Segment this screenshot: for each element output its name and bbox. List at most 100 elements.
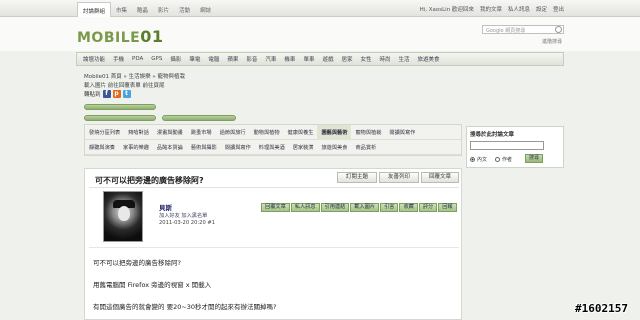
category-nav: 論壇功能 手機 PDA GPS 攝影 筆電 電腦 蘋果 影音 汽車 機車 單車 … xyxy=(76,52,564,66)
subforum-link[interactable]: 寵物與植栽 xyxy=(351,129,385,136)
cat-item[interactable]: 生活 xyxy=(395,55,414,63)
tab-videos[interactable]: 影片 xyxy=(153,2,174,18)
post-body-line: 可不可以把旁邊的廣告移除阿? xyxy=(93,259,181,267)
quote-link-button[interactable]: 引用連結 xyxy=(320,203,350,212)
user-bar: Hi, XaosLin 歡迎回來 我的文章 私人訊息 設定 登出 xyxy=(420,5,564,13)
top-bar: 討論群組 市集 酷晶 影片 活動 網誌 Hi, XaosLin 歡迎回來 我的文… xyxy=(0,0,640,18)
tab-forum[interactable]: 討論群組 xyxy=(77,2,112,18)
print-button[interactable]: 友善列印 xyxy=(379,172,419,183)
radio-author[interactable]: 作者 xyxy=(495,156,512,163)
subforum-link[interactable]: 過節與旅行 xyxy=(216,129,250,136)
cat-item[interactable]: 旅遊美食 xyxy=(414,55,444,63)
tab-events[interactable]: 活動 xyxy=(174,2,195,18)
twitter-icon[interactable]: t xyxy=(122,90,131,98)
site-header: MOBILE01 Google 網頁搜尋 進階搜尋 xyxy=(0,17,640,51)
search-icon[interactable] xyxy=(555,26,562,33)
cat-item[interactable]: 論壇功能 xyxy=(79,55,109,63)
subforum-grid: 發燒分區列表 夠嗆對話 漫畫與動畫 跳蚤市場 過節與旅行 動物與植物 健康與養生… xyxy=(84,124,462,156)
radio-icon[interactable] xyxy=(470,157,475,162)
subforum-link[interactable]: 品酩本質論 xyxy=(153,144,187,151)
post-datetime: 2011-03-20 20:20 #1 xyxy=(159,220,216,226)
post-title: 可不可以把旁邊的廣告移除阿? xyxy=(95,176,204,185)
subforum-link[interactable]: 居家裝潢 xyxy=(289,144,318,151)
greeting: Hi, XaosLin 歡迎回來 xyxy=(419,7,474,13)
avatar[interactable] xyxy=(103,191,143,242)
plurk-icon[interactable]: p xyxy=(112,90,121,98)
cat-item[interactable]: 居家 xyxy=(337,55,356,63)
subforum-link[interactable]: 料理與美酒 xyxy=(255,144,289,151)
tab-blog[interactable]: 網誌 xyxy=(195,2,216,18)
radio-icon[interactable] xyxy=(495,157,500,162)
facebook-icon[interactable]: f xyxy=(102,90,111,98)
tab-gadgets[interactable]: 酷晶 xyxy=(132,2,153,18)
settings-link[interactable]: 設定 xyxy=(536,5,547,13)
cat-item[interactable]: 電腦 xyxy=(204,55,223,63)
pm-button[interactable]: 私人訊息 xyxy=(290,203,320,212)
subscribe-button[interactable]: 訂閱主題 xyxy=(337,172,377,183)
share-label: 轉貼到 xyxy=(84,92,101,98)
radio-content[interactable]: 內文 xyxy=(470,156,487,163)
subforum-link[interactable]: 健康與養生 xyxy=(284,129,318,136)
post-toolbar: 回覆文章 私人訊息 引用連結 載入圖片 引言 收藏 評分 回報 xyxy=(261,203,457,212)
subforum-row: 靜聽與演奏 家事的樂趣 品酩本質論 藝術與攝影 閱讀與寫作 料理與美酒 居家裝潢… xyxy=(85,140,461,155)
thread-search-button[interactable]: 搜尋 xyxy=(525,154,543,163)
load-images-button[interactable]: 載入圖片 xyxy=(350,203,380,212)
logout-link[interactable]: 登出 xyxy=(553,5,564,13)
tab-market[interactable]: 市集 xyxy=(111,2,132,18)
subforum-link[interactable]: 藝術與攝影 xyxy=(187,144,221,151)
my-posts-link[interactable]: 我的文章 xyxy=(480,5,502,13)
search-input[interactable]: Google 網頁搜尋 xyxy=(482,25,564,34)
reply-button[interactable]: 回覆文章 xyxy=(421,172,459,183)
subforum-link[interactable]: 夠嗆對話 xyxy=(124,129,153,136)
subforum-link[interactable]: 跳蚤市場 xyxy=(187,129,216,136)
subforum-link[interactable]: 旅遊與美食 xyxy=(317,144,351,151)
report-button[interactable]: 回報 xyxy=(438,203,457,212)
divider xyxy=(89,187,459,188)
cat-item[interactable]: 時尚 xyxy=(376,55,395,63)
subforum-link[interactable]: 漫畫與動畫 xyxy=(153,129,187,136)
rate-button[interactable]: 評分 xyxy=(418,203,438,212)
author-name[interactable]: 貝斯 xyxy=(159,202,172,212)
subforum-link[interactable]: 動物與植物 xyxy=(250,129,284,136)
thread-search-box: 搜尋於此討論文章 內文 作者 搜尋 xyxy=(466,126,564,168)
green-bar-button[interactable] xyxy=(84,115,156,121)
cat-item[interactable]: 女性 xyxy=(356,55,375,63)
post-body-line: 有開這個廣告的就會變的 要20~30秒才開的起來有辦法關掉嗎? xyxy=(93,303,277,311)
watermark: #1602157 xyxy=(575,302,628,315)
cat-item[interactable]: GPS xyxy=(147,56,166,62)
subforum-link[interactable]: 閱讀與寫作 xyxy=(385,129,419,136)
thread-search-input[interactable] xyxy=(470,141,544,150)
breadcrumb[interactable]: Mobile01 首頁 » 生活娛樂 » 寵物與植栽 xyxy=(84,72,185,80)
page-links[interactable]: 載入圖片 前往回覆表單 前往頁尾 xyxy=(84,81,165,89)
private-messages-link[interactable]: 私人訊息 xyxy=(508,5,530,13)
green-bar-button[interactable] xyxy=(84,104,156,110)
site-logo[interactable]: MOBILE01 xyxy=(77,27,163,46)
cat-item[interactable]: 汽車 xyxy=(261,55,280,63)
subforum-row: 發燒分區列表 夠嗆對話 漫畫與動畫 跳蚤市場 過節與旅行 動物與植物 健康與養生… xyxy=(85,124,461,140)
cat-item[interactable]: 遊戲 xyxy=(318,55,337,63)
cat-item[interactable]: 蘋果 xyxy=(223,55,242,63)
cat-item[interactable]: 手機 xyxy=(109,55,128,63)
advanced-search-link[interactable]: 進階搜尋 xyxy=(542,38,562,45)
post-container: 可不可以把旁邊的廣告移除阿? 訂閱主題 友善列印 回覆文章 貝斯 加入好友 加入… xyxy=(84,168,462,320)
cat-item[interactable]: 機車 xyxy=(280,55,299,63)
subforum-link-selected[interactable]: 園藝與藝術 xyxy=(317,124,352,140)
reply-post-button[interactable]: 回覆文章 xyxy=(261,203,290,212)
share-bar: 轉貼到 f p t xyxy=(84,90,131,98)
quote-button[interactable]: 引言 xyxy=(380,203,399,212)
author-links[interactable]: 加入好友 加入黑名單 xyxy=(159,212,207,219)
subforum-link[interactable]: 家事的樂趣 xyxy=(119,144,153,151)
favorite-button[interactable]: 收藏 xyxy=(399,203,418,212)
subforum-link[interactable]: 靜聽與演奏 xyxy=(85,144,119,151)
cat-item[interactable]: 影音 xyxy=(242,55,261,63)
thread-search-title: 搜尋於此討論文章 xyxy=(470,132,515,138)
subforum-link[interactable]: 閱讀與寫作 xyxy=(221,144,255,151)
cat-item[interactable]: 單車 xyxy=(299,55,318,63)
cat-item[interactable]: 筆電 xyxy=(185,55,204,63)
subforum-link[interactable]: 發燒分區列表 xyxy=(85,129,124,136)
cat-item[interactable]: 攝影 xyxy=(166,55,185,63)
subforum-link[interactable]: 商品賞析 xyxy=(351,144,380,151)
green-bar-button[interactable] xyxy=(162,115,236,121)
post-body-line: 用舊電腦開 Firefox 旁邊的視窗 x 開載入 xyxy=(93,281,212,289)
cat-item[interactable]: PDA xyxy=(128,56,147,62)
